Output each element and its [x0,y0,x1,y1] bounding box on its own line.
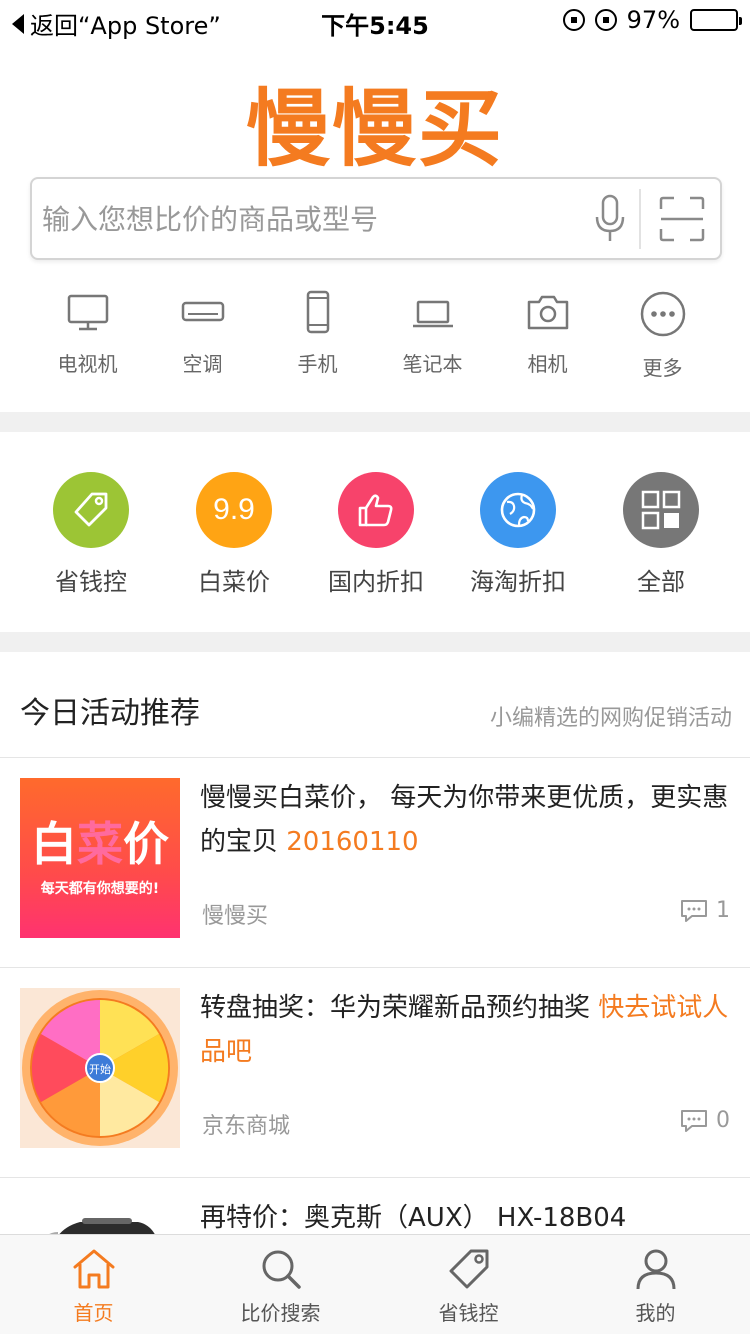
activity-header: 今日活动推荐 小编精选的网购促销活动 [0,652,750,758]
activity-title: 今日活动推荐 [20,696,200,731]
tab-save-money[interactable]: 省钱控 [375,1235,562,1334]
thumbs-up-icon [358,494,393,527]
alarm-icon [594,9,617,31]
item-comments: 1 [680,898,730,923]
tab-bar: 首页 比价搜索 省钱控 我的 [0,1234,750,1334]
thumbnail-title: 白菜价 [31,817,169,871]
shortcut-circle [53,472,129,548]
home-icon [73,1249,114,1289]
category-laptop[interactable]: 笔记本 [375,290,490,390]
scan-icon[interactable] [658,195,706,243]
activity-item[interactable]: 白菜价 每天都有你想要的! 慢慢买白菜价， 每天为你带来更优质，更实惠的宝贝 2… [0,758,750,968]
shortcut-circle [338,472,414,548]
thumbnail-caption: 每天都有你想要的! [40,881,160,897]
user-icon [636,1249,675,1290]
status-indicators: 97% [562,6,742,34]
tab-label: 比价搜索 [240,1301,321,1325]
tab-home[interactable]: 首页 [0,1235,187,1334]
item-thumbnail: 白菜价 每天都有你想要的! [20,778,180,938]
camera-icon [527,295,568,330]
shortcut-label: 白菜价 [198,568,270,596]
item-title-text: 再特价：奥克斯（AUX） HX-18B04 [200,1203,627,1233]
item-title: 转盘抽奖：华为荣耀新品预约抽奖 快去试试人品吧 [200,986,730,1074]
shortcut-row: 省钱控 9.9 白菜价 国内折扣 海淘折扣 全部 [0,472,750,602]
status-bar: 返回“App Store” 下午5:45 97% [0,0,750,40]
category-label: 更多 [642,356,683,380]
activity-item[interactable]: 开始 转盘抽奖：华为荣耀新品预约抽奖 快去试试人品吧 京东商城 0 [0,968,750,1178]
tv-icon [67,294,108,331]
search-icon [262,1250,301,1289]
tab-price-search[interactable]: 比价搜索 [187,1235,374,1334]
shortcut-label: 海淘折扣 [470,568,566,596]
tab-label: 省钱控 [438,1301,499,1325]
app-logo: 慢慢买 [245,80,504,178]
wheel-center-label: 开始 [89,1062,111,1076]
category-label: 手机 [297,352,338,376]
category-label: 相机 [527,352,568,376]
search-divider [639,189,641,249]
category-air-conditioner[interactable]: 空调 [145,290,260,390]
section-divider [0,632,750,652]
phone-icon [306,290,329,334]
air-conditioner-icon [181,301,224,322]
laptop-icon [412,300,453,328]
comment-icon [681,1109,707,1132]
item-source: 慢慢买 [202,904,269,929]
item-thumbnail: 开始 [20,988,180,1148]
category-more[interactable]: 更多 [605,290,720,390]
category-label: 笔记本 [402,352,463,376]
shortcut-domestic-discount[interactable]: 国内折扣 [306,472,446,597]
shortcut-circle: 9.9 [196,472,272,548]
shortcut-circle [623,472,699,548]
category-row: 电视机 空调 手机 笔记本 相机 更多 [0,290,750,400]
shortcut-cabbage-price[interactable]: 9.9 白菜价 [164,472,304,597]
comment-count: 0 [716,1108,730,1133]
item-title-text: 慢慢买白菜价， 每天为你带来更优质，更实惠的宝贝 [200,783,729,857]
item-source: 京东商城 [202,1114,291,1139]
category-tv[interactable]: 电视机 [30,290,145,390]
category-phone[interactable]: 手机 [260,290,375,390]
item-title: 慢慢买白菜价， 每天为你带来更优质，更实惠的宝贝 20160110 [200,776,730,864]
battery-percent: 97% [626,6,680,34]
shortcut-save-money[interactable]: 省钱控 [21,472,161,597]
category-label: 空调 [182,352,223,376]
comment-count: 1 [716,898,730,923]
item-comments: 0 [680,1108,730,1133]
activity-subtitle: 小编精选的网购促销活动 [489,706,732,731]
tab-label: 我的 [635,1301,676,1325]
prize-wheel-image: 开始 [22,990,178,1146]
tag-icon [74,492,108,527]
tag-icon [449,1249,488,1289]
shortcut-label: 国内折扣 [328,568,424,596]
more-icon [640,291,685,337]
item-title-text: 转盘抽奖：华为荣耀新品预约抽奖 [200,993,599,1023]
shortcut-all[interactable]: 全部 [591,472,731,597]
battery-icon [690,9,742,31]
search-box[interactable] [30,177,722,260]
search-input[interactable] [42,197,582,241]
shortcut-label: 全部 [637,568,685,596]
tab-mine[interactable]: 我的 [562,1235,749,1334]
comment-icon [681,899,707,922]
shortcut-label: 省钱控 [55,568,127,596]
mic-icon[interactable] [592,193,628,245]
nine-point-nine-icon: 9.9 [213,493,255,526]
category-label: 电视机 [57,352,118,376]
shortcut-circle [480,472,556,548]
rotation-lock-icon [562,9,585,31]
item-title-highlight: 20160110 [286,827,419,857]
section-divider [0,412,750,432]
grid-icon [641,490,681,530]
activity-item[interactable]: 再特价：奥克斯（AUX） HX-18B04 [0,1178,750,1264]
shortcut-overseas-discount[interactable]: 海淘折扣 [448,472,588,597]
globe-icon [500,492,536,528]
category-camera[interactable]: 相机 [490,290,605,390]
tab-label: 首页 [73,1301,114,1325]
